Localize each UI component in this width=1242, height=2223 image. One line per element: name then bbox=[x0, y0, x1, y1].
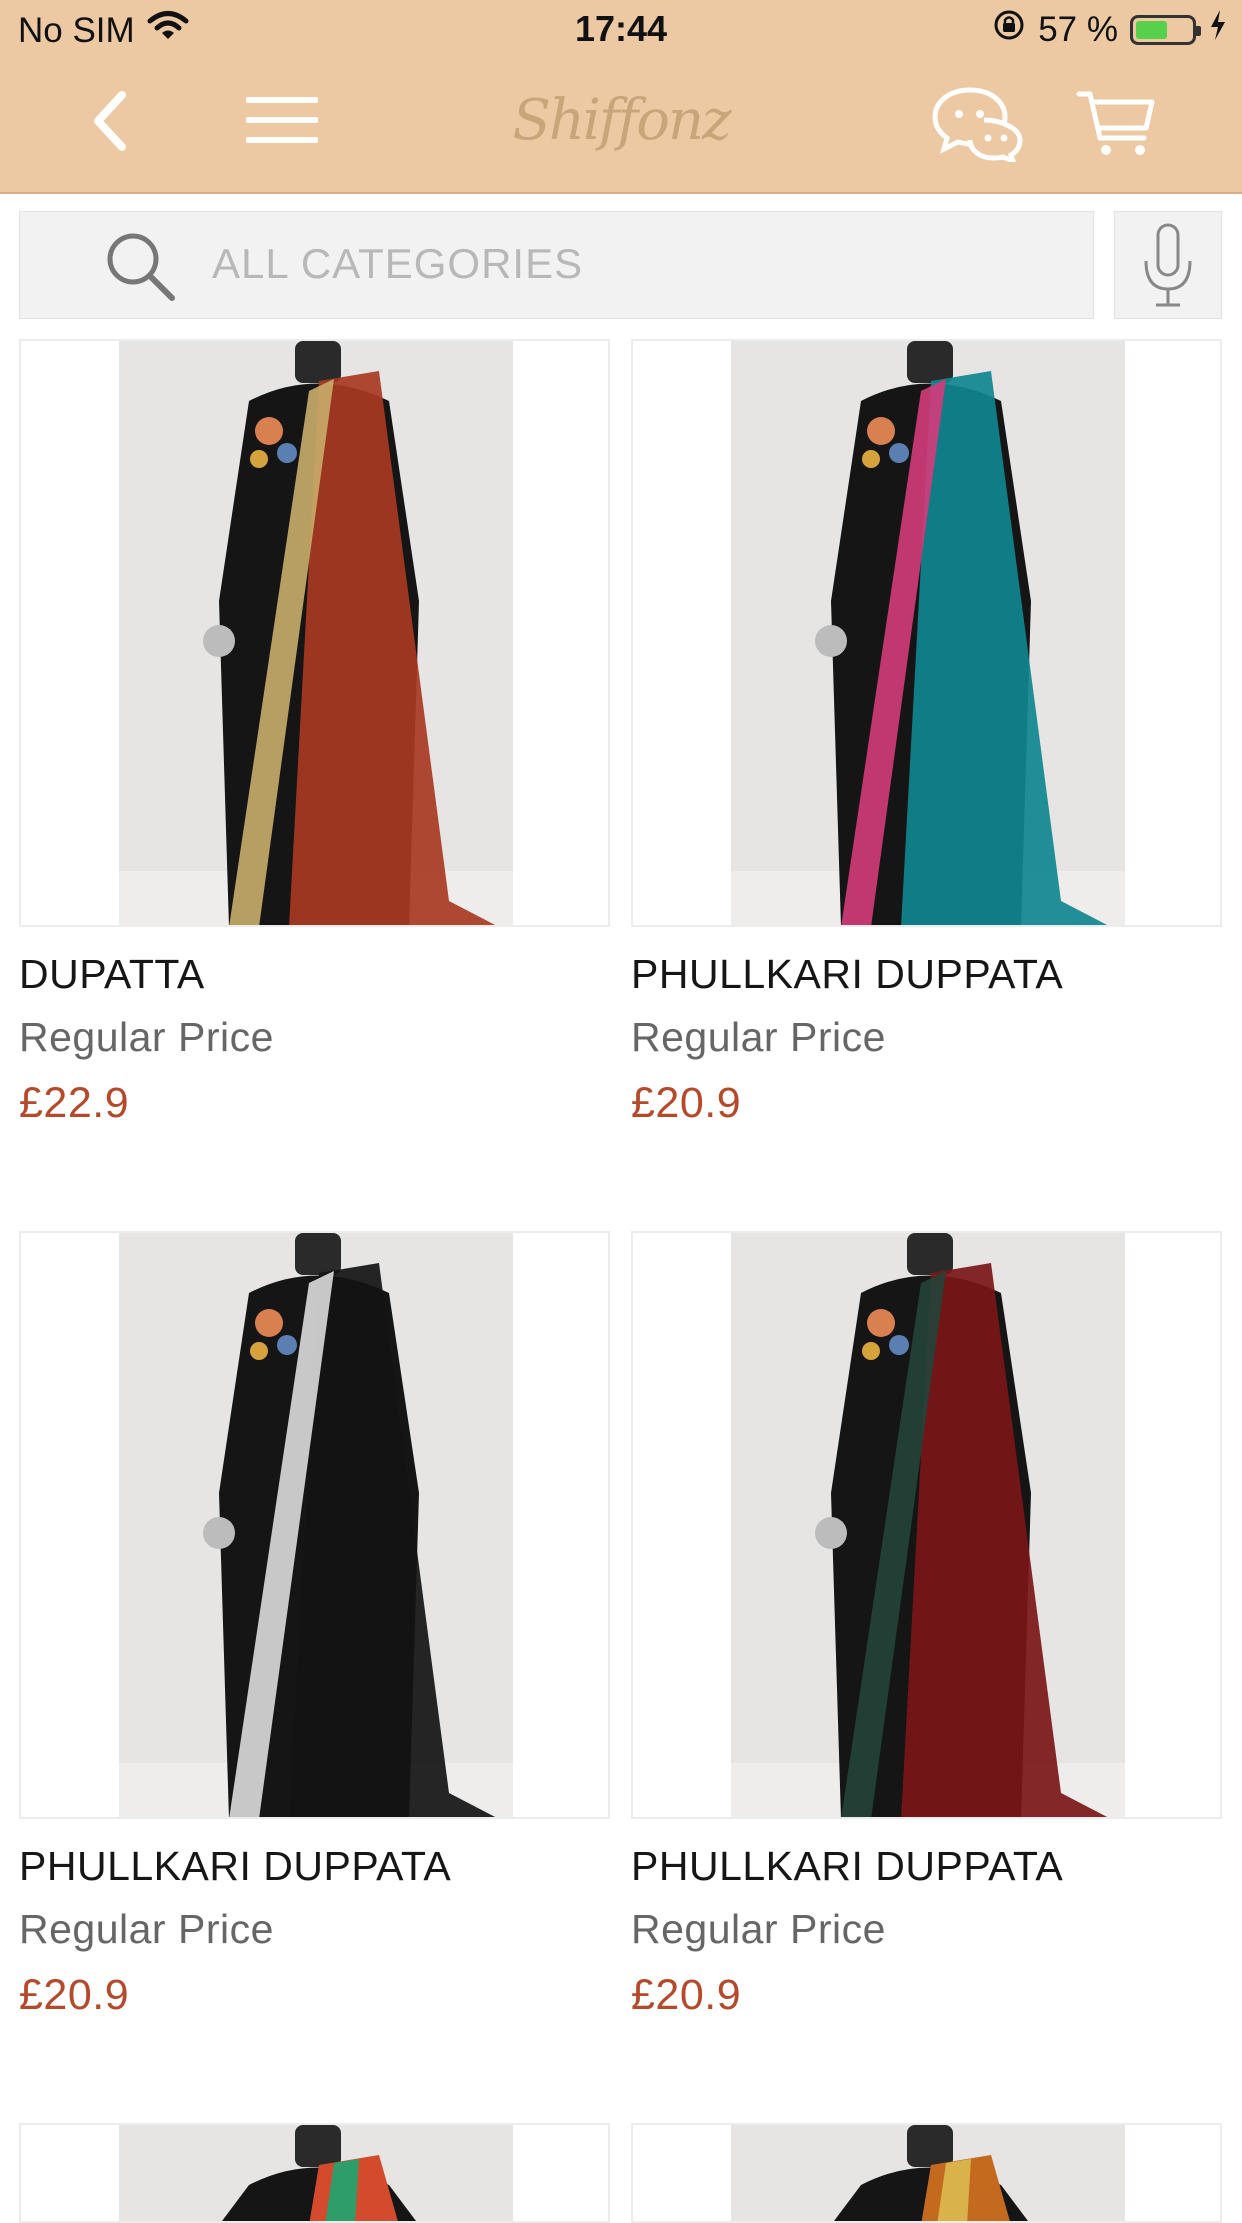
product-image[interactable] bbox=[731, 2125, 1125, 2221]
microphone-icon bbox=[1144, 223, 1192, 307]
app-header: No SIM 17:44 57 % Shiffonz bbox=[0, 0, 1242, 194]
product-name[interactable]: PHULLKARI DUPPATA bbox=[19, 1843, 451, 1890]
chat-icon bbox=[932, 87, 1023, 162]
product-image[interactable] bbox=[731, 341, 1125, 925]
product-price: £20.9 bbox=[631, 1971, 742, 2019]
status-bar: No SIM 17:44 57 % bbox=[0, 0, 1242, 62]
status-right: 57 % bbox=[992, 8, 1228, 51]
product-price: £20.9 bbox=[19, 1971, 130, 2019]
menu-button[interactable] bbox=[240, 90, 324, 150]
product-image-frame[interactable] bbox=[19, 1231, 610, 1819]
regular-price-label: Regular Price bbox=[631, 1014, 886, 1060]
regular-price-label: Regular Price bbox=[19, 1014, 274, 1060]
product-card[interactable] bbox=[631, 2123, 1222, 2223]
search-icon bbox=[102, 228, 178, 309]
back-arrow-icon bbox=[94, 91, 126, 151]
battery-icon bbox=[1130, 14, 1201, 45]
brand-logo[interactable]: Shiffonz bbox=[512, 80, 731, 160]
back-button[interactable] bbox=[80, 86, 140, 156]
regular-price-label: Regular Price bbox=[19, 1906, 274, 1952]
product-image-frame[interactable] bbox=[631, 2123, 1222, 2223]
charging-icon bbox=[1208, 8, 1228, 51]
hamburger-menu-icon bbox=[246, 97, 318, 143]
product-image[interactable] bbox=[731, 1233, 1125, 1817]
cart-icon bbox=[1076, 91, 1155, 155]
cart-button[interactable] bbox=[1074, 86, 1158, 162]
product-image[interactable] bbox=[119, 2125, 513, 2221]
product-name[interactable]: PHULLKARI DUPPATA bbox=[631, 1843, 1063, 1890]
battery-percent: 57 % bbox=[1038, 9, 1118, 49]
product-price: £22.9 bbox=[19, 1079, 130, 1127]
regular-price-label: Regular Price bbox=[631, 1906, 886, 1952]
navigation-bar: Shiffonz bbox=[0, 62, 1242, 192]
product-image-frame[interactable] bbox=[19, 2123, 610, 2223]
product-image[interactable] bbox=[119, 1233, 513, 1817]
product-card[interactable] bbox=[19, 2123, 610, 2223]
product-price: £20.9 bbox=[631, 1079, 742, 1127]
product-name[interactable]: PHULLKARI DUPPATA bbox=[631, 951, 1063, 998]
product-image[interactable] bbox=[119, 341, 513, 925]
product-name[interactable]: DUPATTA bbox=[19, 951, 205, 998]
orientation-lock-icon bbox=[992, 8, 1026, 51]
voice-search-button[interactable] bbox=[1114, 211, 1222, 319]
product-image-frame[interactable] bbox=[631, 339, 1222, 927]
battery-fill bbox=[1136, 20, 1167, 39]
chat-button[interactable] bbox=[930, 84, 1026, 164]
search-bar[interactable]: ALL CATEGORIES bbox=[19, 211, 1094, 319]
product-image-frame[interactable] bbox=[631, 1231, 1222, 1819]
product-image-frame[interactable] bbox=[19, 339, 610, 927]
search-placeholder: ALL CATEGORIES bbox=[212, 240, 584, 287]
